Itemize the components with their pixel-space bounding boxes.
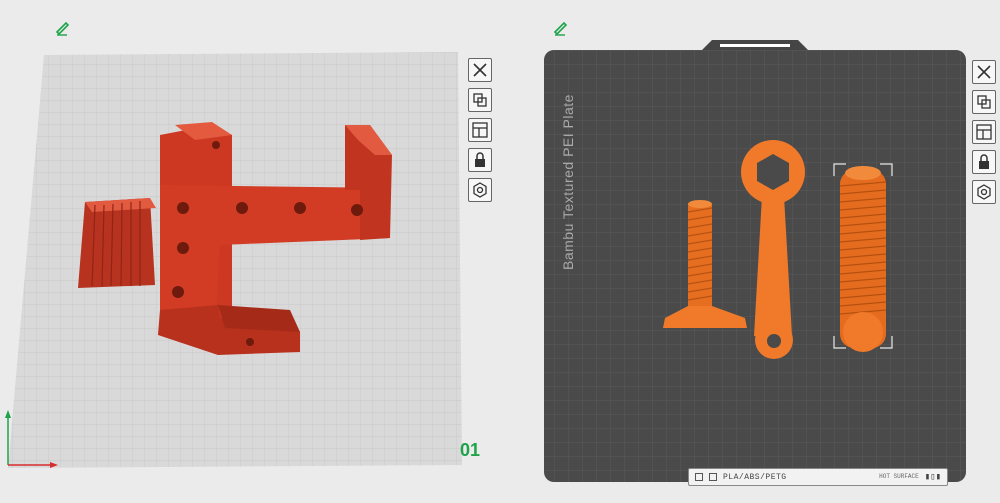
delete-plate-button[interactable] bbox=[972, 60, 996, 84]
plate-settings-button[interactable] bbox=[468, 178, 492, 202]
plate-footer: PLA/ABS/PETG HOT SURFACE ▮▯▮ bbox=[688, 468, 948, 486]
close-icon bbox=[473, 63, 487, 77]
lock-plate-button[interactable] bbox=[972, 150, 996, 174]
plate-settings-button[interactable] bbox=[972, 180, 996, 204]
plate-icon bbox=[709, 473, 717, 481]
delete-plate-button[interactable] bbox=[468, 58, 492, 82]
settings-icon bbox=[473, 182, 487, 198]
lock-icon bbox=[979, 154, 989, 169]
grid-icon bbox=[695, 473, 703, 481]
plate-type-label: Bambu Textured PEI Plate bbox=[560, 94, 576, 270]
close-icon bbox=[977, 65, 991, 79]
orient-plate-button[interactable] bbox=[972, 120, 996, 144]
lock-icon bbox=[475, 152, 485, 167]
edit-plate-name-icon[interactable] bbox=[553, 20, 569, 36]
layout-icon bbox=[472, 122, 488, 138]
model-long-screw[interactable] bbox=[833, 163, 893, 352]
settings-icon bbox=[977, 184, 991, 200]
arrange-plate-button[interactable] bbox=[468, 88, 492, 112]
lock-plate-button[interactable] bbox=[468, 148, 492, 172]
plate-2-viewport[interactable] bbox=[540, 36, 970, 486]
plate-2-toolbar bbox=[972, 60, 996, 204]
hot-surface-label: HOT SURFACE bbox=[879, 473, 919, 480]
warning-icon: ▮▯▮ bbox=[924, 472, 941, 482]
arrange-icon bbox=[473, 93, 487, 107]
plate-1-viewport[interactable] bbox=[0, 40, 470, 480]
plate-1-toolbar bbox=[468, 58, 492, 202]
arrange-icon bbox=[977, 95, 991, 109]
layout-icon bbox=[976, 124, 992, 140]
edit-plate-name-icon[interactable] bbox=[55, 20, 71, 36]
filament-compat-label: PLA/ABS/PETG bbox=[723, 472, 787, 482]
orient-plate-button[interactable] bbox=[468, 118, 492, 142]
arrange-plate-button[interactable] bbox=[972, 90, 996, 114]
plate-number: 01 bbox=[460, 440, 481, 460]
